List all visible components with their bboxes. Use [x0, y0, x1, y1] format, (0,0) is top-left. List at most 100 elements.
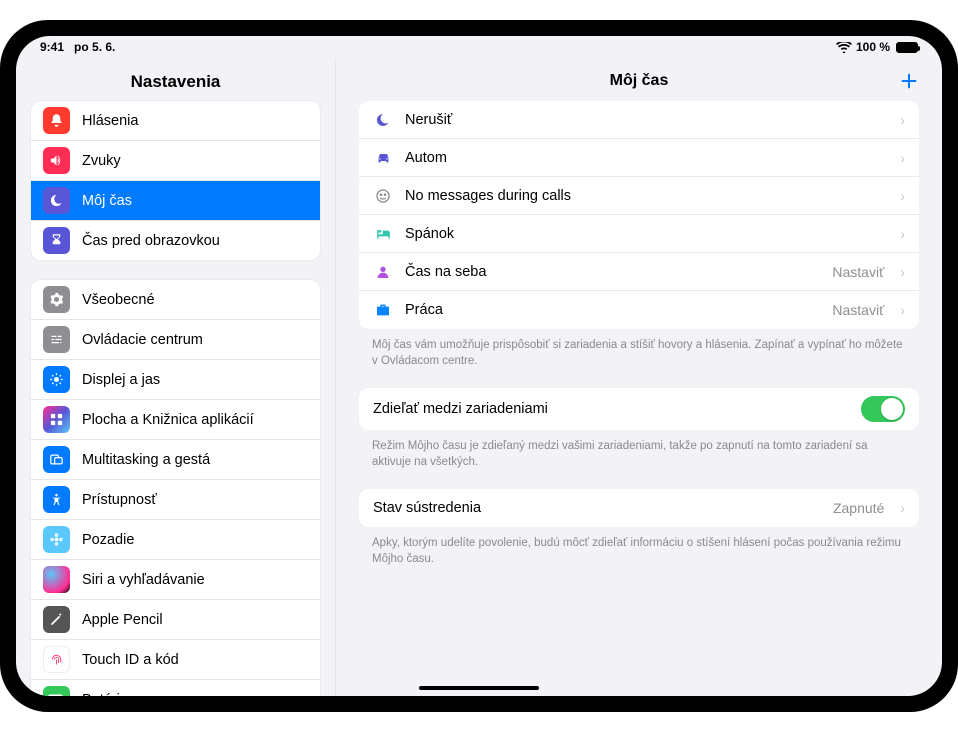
share-group: Zdieľať medzi zariadeniami [358, 387, 920, 431]
status-time: 9:41 [40, 40, 64, 54]
sidebar-item-label: Siri a vyhľadávanie [82, 572, 308, 588]
share-devices-toggle[interactable] [861, 396, 905, 422]
chevron-right-icon: › [896, 188, 905, 204]
sidebar-item-label: Čas pred obrazovkou [82, 233, 308, 249]
focus-modes-group: Nerušiť › Autom › [358, 100, 920, 330]
sidebar-item-label: Pozadie [82, 532, 308, 548]
status-left: 9:41 po 5. 6. [40, 40, 836, 54]
flower-icon [43, 526, 70, 553]
sidebar-item-siri[interactable]: Siri a vyhľadávanie [31, 560, 320, 600]
sidebar-item-notifications[interactable]: Hlásenia [31, 101, 320, 141]
focus-status-label: Stav sústredenia [373, 500, 821, 516]
sidebar-title: Nastavenia [16, 58, 335, 100]
chevron-right-icon: › [896, 226, 905, 242]
sidebar-item-label: Touch ID a kód [82, 652, 308, 668]
focus-row-nomsg[interactable]: No messages during calls › [359, 177, 919, 215]
chevron-right-icon: › [896, 150, 905, 166]
focus-row-label: Práca [405, 302, 820, 318]
rects-icon [43, 446, 70, 473]
chevron-right-icon: › [896, 264, 905, 280]
focus-status-trail: Zapnuté [833, 500, 884, 516]
sidebar-item-wallpaper[interactable]: Pozadie [31, 520, 320, 560]
pencil-icon [43, 606, 70, 633]
sidebar-item-battery[interactable]: Batéria [31, 680, 320, 696]
sidebar-item-home-library[interactable]: Plocha a Knižnica aplikácií [31, 400, 320, 440]
status-footer-text: Apky, ktorým udelíte povolenie, budú môc… [358, 528, 920, 585]
sidebar-group-2: Všeobecné Ovládacie centrum [30, 279, 321, 696]
sidebar-item-label: Môj čas [82, 193, 308, 209]
sidebar-item-label: Displej a jas [82, 372, 308, 388]
sidebar-item-label: Ovládacie centrum [82, 332, 308, 348]
focus-row-sleep[interactable]: Spánok › [359, 215, 919, 253]
sidebar-item-label: Hlásenia [82, 113, 308, 129]
smiley-icon [373, 188, 393, 204]
status-group: Stav sústredenia Zapnuté › [358, 488, 920, 528]
moon-icon [373, 112, 393, 128]
focus-row-label: Nerušiť [405, 112, 884, 128]
sidebar-item-screentime[interactable]: Čas pred obrazovkou [31, 221, 320, 260]
share-footer-text: Režim Môjho času je zdieľaný medzi vašim… [358, 431, 920, 488]
focus-row-label: Čas na seba [405, 264, 820, 280]
person-outline-icon [373, 264, 393, 280]
sidebar-item-accessibility[interactable]: Prístupnosť [31, 480, 320, 520]
device-frame: 9:41 po 5. 6. 100 % Nastavenia [0, 20, 958, 712]
battery-pct: 100 % [856, 40, 890, 54]
sidebar-item-focus[interactable]: Môj čas [31, 181, 320, 221]
focus-row-label: Spánok [405, 226, 884, 242]
sidebar-item-control-center[interactable]: Ovládacie centrum [31, 320, 320, 360]
sun-icon [43, 366, 70, 393]
screen: 9:41 po 5. 6. 100 % Nastavenia [16, 36, 942, 696]
main-header: Môj čas [336, 58, 942, 100]
car-icon [373, 149, 393, 166]
sidebar-scroll[interactable]: Hlásenia Zvuky Môj čas [16, 100, 335, 696]
share-devices-row[interactable]: Zdieľať medzi zariadeniami [359, 388, 919, 430]
sidebar-item-label: Apple Pencil [82, 612, 308, 628]
moon-icon [43, 187, 70, 214]
wifi-icon [836, 42, 852, 53]
focus-row-work[interactable]: Práca Nastaviť › [359, 291, 919, 329]
fingerprint-icon [43, 646, 70, 673]
sidebar-item-sounds[interactable]: Zvuky [31, 141, 320, 181]
sidebar-item-touchid[interactable]: Touch ID a kód [31, 640, 320, 680]
plus-icon [898, 70, 920, 92]
focus-footer-text: Môj čas vám umožňuje prispôsobiť si zari… [358, 330, 920, 387]
status-right: 100 % [836, 40, 918, 54]
sidebar-item-display[interactable]: Displej a jas [31, 360, 320, 400]
person-icon [43, 486, 70, 513]
focus-row-dnd[interactable]: Nerušiť › [359, 101, 919, 139]
sidebar-item-pencil[interactable]: Apple Pencil [31, 600, 320, 640]
briefcase-icon [373, 302, 393, 318]
focus-row-personal[interactable]: Čas na seba Nastaviť › [359, 253, 919, 291]
focus-row-car[interactable]: Autom › [359, 139, 919, 177]
page-title: Môj čas [610, 72, 669, 90]
sidebar-item-general[interactable]: Všeobecné [31, 280, 320, 320]
content: Nastavenia Hlásenia [16, 58, 942, 696]
share-devices-label: Zdieľať medzi zariadeniami [373, 401, 849, 417]
focus-row-label: No messages during calls [405, 188, 884, 204]
sidebar-item-label: Prístupnosť [82, 492, 308, 508]
chevron-right-icon: › [896, 112, 905, 128]
chevron-right-icon: › [896, 302, 905, 318]
battery-icon [894, 42, 918, 53]
battery-row-icon [43, 686, 70, 696]
sidebar-item-label: Všeobecné [82, 292, 308, 308]
sidebar-item-multitasking[interactable]: Multitasking a gestá [31, 440, 320, 480]
main-panel: Môj čas Nerušiť › [336, 58, 942, 696]
sidebar-group-1: Hlásenia Zvuky Môj čas [30, 100, 321, 261]
status-bar: 9:41 po 5. 6. 100 % [16, 36, 942, 58]
main-scroll[interactable]: Nerušiť › Autom › [336, 100, 942, 696]
status-date: po 5. 6. [74, 40, 115, 54]
sidebar-item-label: Batéria [82, 692, 308, 697]
focus-row-label: Autom [405, 150, 884, 166]
sidebar-item-label: Multitasking a gestá [82, 452, 308, 468]
bed-icon [373, 225, 393, 242]
sidebar-item-label: Plocha a Knižnica aplikácií [82, 412, 308, 428]
focus-status-row[interactable]: Stav sústredenia Zapnuté › [359, 489, 919, 527]
speaker-icon [43, 147, 70, 174]
focus-row-trail: Nastaviť [832, 302, 884, 318]
sidebar-item-label: Zvuky [82, 153, 308, 169]
gear-icon [43, 286, 70, 313]
home-indicator [419, 686, 539, 690]
hourglass-icon [43, 227, 70, 254]
add-focus-button[interactable] [898, 70, 920, 97]
